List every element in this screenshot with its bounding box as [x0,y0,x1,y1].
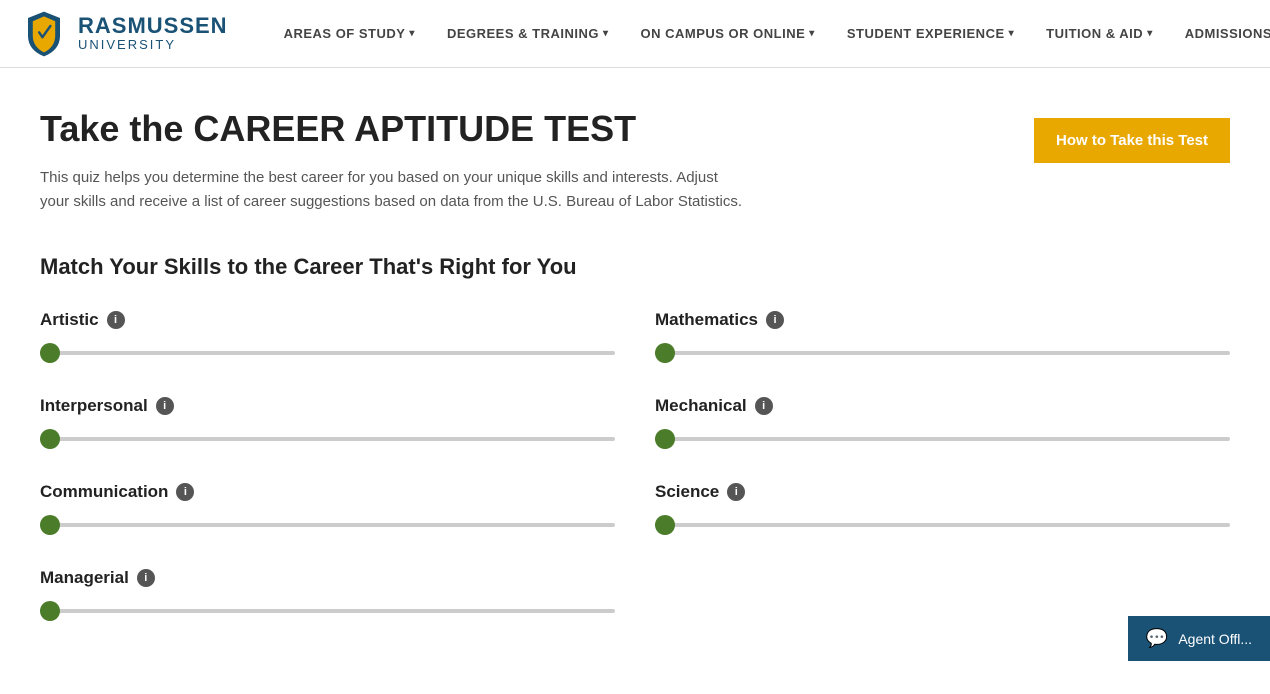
skill-science: Science i [655,482,1230,532]
skill-interpersonal: Interpersonal i [40,396,615,446]
page-title: Take the CAREER APTITUDE TEST [40,108,994,150]
slider-managerial[interactable] [40,609,615,613]
skill-communication-label: Communication [40,482,168,502]
logo-link[interactable]: RASMUSSEN UNIVERSITY [20,10,228,58]
skill-science-label: Science [655,482,719,502]
info-icon-mechanical[interactable]: i [755,397,773,415]
nav-areas-of-study[interactable]: AREAS OF STUDY ▾ [268,0,431,68]
slider-communication[interactable] [40,523,615,527]
info-icon-managerial[interactable]: i [137,569,155,587]
header-left: Take the CAREER APTITUDE TEST This quiz … [40,108,994,214]
skill-artistic: Artistic i [40,310,615,360]
nav-links: AREAS OF STUDY ▾ DEGREES & TRAINING ▾ ON… [268,0,1270,68]
skill-artistic-label: Artistic [40,310,99,330]
slider-mathematics[interactable] [655,351,1230,355]
slider-science[interactable] [655,523,1230,527]
logo-university: UNIVERSITY [78,38,228,52]
skills-grid: Artistic i Interpersonal i Communication… [40,310,1230,654]
nav-student-experience[interactable]: STUDENT EXPERIENCE ▾ [831,0,1030,68]
live-chat-label: Agent Offl... [1178,631,1252,647]
logo-rasmussen: RASMUSSEN [78,14,228,38]
skill-mechanical: Mechanical i [655,396,1230,446]
chevron-down-icon: ▾ [1147,28,1153,39]
info-icon-mathematics[interactable]: i [766,311,784,329]
slider-mechanical[interactable] [655,437,1230,441]
skill-interpersonal-label: Interpersonal [40,396,148,416]
nav-on-campus-online[interactable]: ON CAMPUS OR ONLINE ▾ [625,0,831,68]
skill-mechanical-label: Mechanical [655,396,747,416]
skills-left-column: Artistic i Interpersonal i Communication… [40,310,615,654]
chat-icon: 💬 [1146,628,1168,649]
skill-managerial-label: Managerial [40,568,129,588]
skill-communication: Communication i [40,482,615,532]
info-icon-communication[interactable]: i [176,483,194,501]
page-description: This quiz helps you determine the best c… [40,166,870,214]
info-icon-interpersonal[interactable]: i [156,397,174,415]
info-icon-artistic[interactable]: i [107,311,125,329]
live-chat-widget[interactable]: 💬 Agent Offl... [1128,616,1270,661]
slider-artistic[interactable] [40,351,615,355]
chevron-down-icon: ▾ [1009,28,1015,39]
nav-tuition-aid[interactable]: TUITION & AID ▾ [1030,0,1169,68]
how-to-test-button[interactable]: How to Take this Test [1034,118,1230,163]
chevron-down-icon: ▾ [603,28,609,39]
nav-admissions[interactable]: ADMISSIONS ▾ [1169,0,1270,68]
chevron-down-icon: ▾ [409,28,415,39]
chevron-down-icon: ▾ [809,28,815,39]
header-section: Take the CAREER APTITUDE TEST This quiz … [40,108,1230,214]
skill-mathematics-label: Mathematics [655,310,758,330]
skill-mathematics: Mathematics i [655,310,1230,360]
main-nav: RASMUSSEN UNIVERSITY AREAS OF STUDY ▾ DE… [0,0,1270,68]
skill-managerial: Managerial i [40,568,615,618]
skills-right-column: Mathematics i Mechanical i Science i [655,310,1230,654]
skills-section-title: Match Your Skills to the Career That's R… [40,254,1230,280]
info-icon-science[interactable]: i [727,483,745,501]
nav-degrees-training[interactable]: DEGREES & TRAINING ▾ [431,0,625,68]
slider-interpersonal[interactable] [40,437,615,441]
main-content: Take the CAREER APTITUDE TEST This quiz … [0,68,1270,694]
